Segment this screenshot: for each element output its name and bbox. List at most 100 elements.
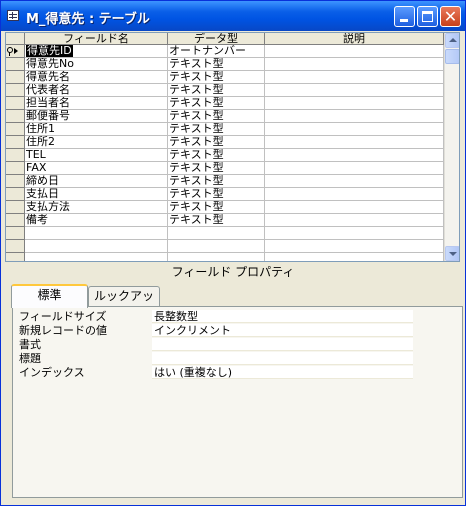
field-name-cell[interactable] (25, 253, 168, 261)
property-row: フィールドサイズ 長整数型 (17, 310, 413, 323)
field-name-cell[interactable]: 支払方法 (25, 201, 168, 214)
row-selector[interactable] (6, 175, 25, 188)
data-type-cell[interactable]: テキスト型 (168, 71, 265, 84)
field-name-cell[interactable]: 住所2 (25, 136, 168, 149)
tab-lookup[interactable]: ルックアップ (88, 286, 160, 322)
data-type-cell[interactable]: テキスト型 (168, 97, 265, 110)
row-selector[interactable] (6, 253, 25, 261)
description-cell[interactable] (265, 71, 444, 84)
field-name-cell[interactable]: FAX (25, 162, 168, 175)
row-selector[interactable] (6, 58, 25, 71)
vertical-scrollbar[interactable] (444, 33, 459, 261)
column-header-field-name[interactable]: フィールド名 (25, 33, 168, 45)
data-type-cell[interactable]: テキスト型 (168, 110, 265, 123)
field-name-cell[interactable]: 得意先No (25, 58, 168, 71)
description-cell[interactable] (265, 149, 444, 162)
property-value-field[interactable]: インクリメント (152, 324, 413, 337)
description-cell[interactable] (265, 188, 444, 201)
data-type-cell[interactable]: テキスト型 (168, 58, 265, 71)
row-selector[interactable] (6, 149, 25, 162)
description-cell[interactable] (265, 227, 444, 240)
data-type-cell[interactable]: テキスト型 (168, 201, 265, 214)
minimize-button[interactable] (394, 6, 415, 27)
field-name-cell[interactable]: 得意先ID (25, 45, 168, 58)
field-name-cell[interactable]: 代表者名 (25, 84, 168, 97)
field-name-cell[interactable]: 得意先名 (25, 71, 168, 84)
description-cell[interactable] (265, 45, 444, 58)
description-cell[interactable] (265, 175, 444, 188)
field-name-cell[interactable]: 住所1 (25, 123, 168, 136)
property-value-field[interactable]: 長整数型 (152, 310, 413, 323)
data-type-cell[interactable]: オートナンバー (168, 45, 265, 58)
data-type-cell[interactable] (168, 240, 265, 253)
row-selector[interactable] (6, 227, 25, 240)
property-value-field[interactable] (152, 338, 413, 351)
row-selector[interactable] (6, 110, 25, 123)
field-name-cell[interactable]: TEL (25, 149, 168, 162)
data-type-cell[interactable]: テキスト型 (168, 123, 265, 136)
row-selector-header[interactable] (6, 33, 25, 45)
data-type-cell[interactable]: テキスト型 (168, 84, 265, 97)
data-type-cell[interactable]: テキスト型 (168, 188, 265, 201)
field-grid[interactable]: フィールド名 データ型 説明 得意先ID オートナンバー 得意先No テキスト型 得意先… (5, 32, 460, 262)
property-value-field[interactable] (152, 352, 413, 365)
property-label: 新規レコードの値 (19, 324, 107, 337)
data-type-cell-text: テキスト型 (169, 110, 224, 122)
description-cell[interactable] (265, 97, 444, 110)
field-name-cell[interactable]: 支払日 (25, 188, 168, 201)
row-selector[interactable] (6, 201, 25, 214)
description-cell[interactable] (265, 123, 444, 136)
field-name-cell[interactable]: 郵便番号 (25, 110, 168, 123)
scroll-thumb[interactable] (445, 49, 459, 64)
column-header-data-type[interactable]: データ型 (168, 33, 265, 45)
row-selector[interactable] (6, 97, 25, 110)
description-cell[interactable] (265, 240, 444, 253)
field-name-cell[interactable]: 備考 (25, 214, 168, 227)
title-bar[interactable]: M_得意先 : テーブル ✕ (1, 1, 465, 31)
field-name-cell[interactable]: 担当者名 (25, 97, 168, 110)
row-selector[interactable] (6, 214, 25, 227)
property-value-field[interactable]: はい (重複なし) (152, 366, 413, 379)
row-selector[interactable] (6, 45, 25, 58)
column-header-description[interactable]: 説明 (265, 33, 444, 45)
maximize-button[interactable] (417, 6, 438, 27)
table-icon[interactable] (7, 10, 19, 21)
row-selector[interactable] (6, 123, 25, 136)
row-selector[interactable] (6, 84, 25, 97)
property-label: 標題 (19, 352, 41, 365)
data-type-cell-text: テキスト型 (169, 71, 224, 83)
data-type-cell[interactable]: テキスト型 (168, 214, 265, 227)
scroll-up-button[interactable] (445, 33, 459, 48)
row-selector[interactable] (6, 188, 25, 201)
data-type-cell[interactable] (168, 253, 265, 261)
field-name-cell[interactable]: 締め日 (25, 175, 168, 188)
data-type-cell[interactable]: テキスト型 (168, 175, 265, 188)
description-cell[interactable] (265, 84, 444, 97)
property-label: インデックス (19, 366, 85, 379)
scroll-down-button[interactable] (445, 246, 459, 261)
data-type-cell[interactable] (168, 227, 265, 240)
close-button[interactable]: ✕ (440, 6, 461, 27)
description-cell[interactable] (265, 136, 444, 149)
data-type-cell[interactable]: テキスト型 (168, 149, 265, 162)
description-cell[interactable] (265, 253, 444, 261)
data-type-cell[interactable]: テキスト型 (168, 162, 265, 175)
row-selector[interactable] (6, 240, 25, 253)
data-type-cell[interactable]: テキスト型 (168, 136, 265, 149)
description-cell[interactable] (265, 162, 444, 175)
description-cell[interactable] (265, 201, 444, 214)
field-name-cell-text: 代表者名 (26, 84, 70, 96)
description-cell[interactable] (265, 110, 444, 123)
field-name-cell[interactable] (25, 240, 168, 253)
row-selector[interactable] (6, 162, 25, 175)
close-icon: ✕ (443, 7, 458, 26)
data-type-cell-text: テキスト型 (169, 188, 224, 200)
description-cell[interactable] (265, 58, 444, 71)
row-selector[interactable] (6, 136, 25, 149)
field-name-cell-text: 担当者名 (26, 97, 70, 109)
property-row: 標題 (17, 352, 413, 365)
description-cell[interactable] (265, 214, 444, 227)
field-name-cell[interactable] (25, 227, 168, 240)
row-selector[interactable] (6, 71, 25, 84)
tab-general[interactable]: 標準 (11, 284, 88, 308)
